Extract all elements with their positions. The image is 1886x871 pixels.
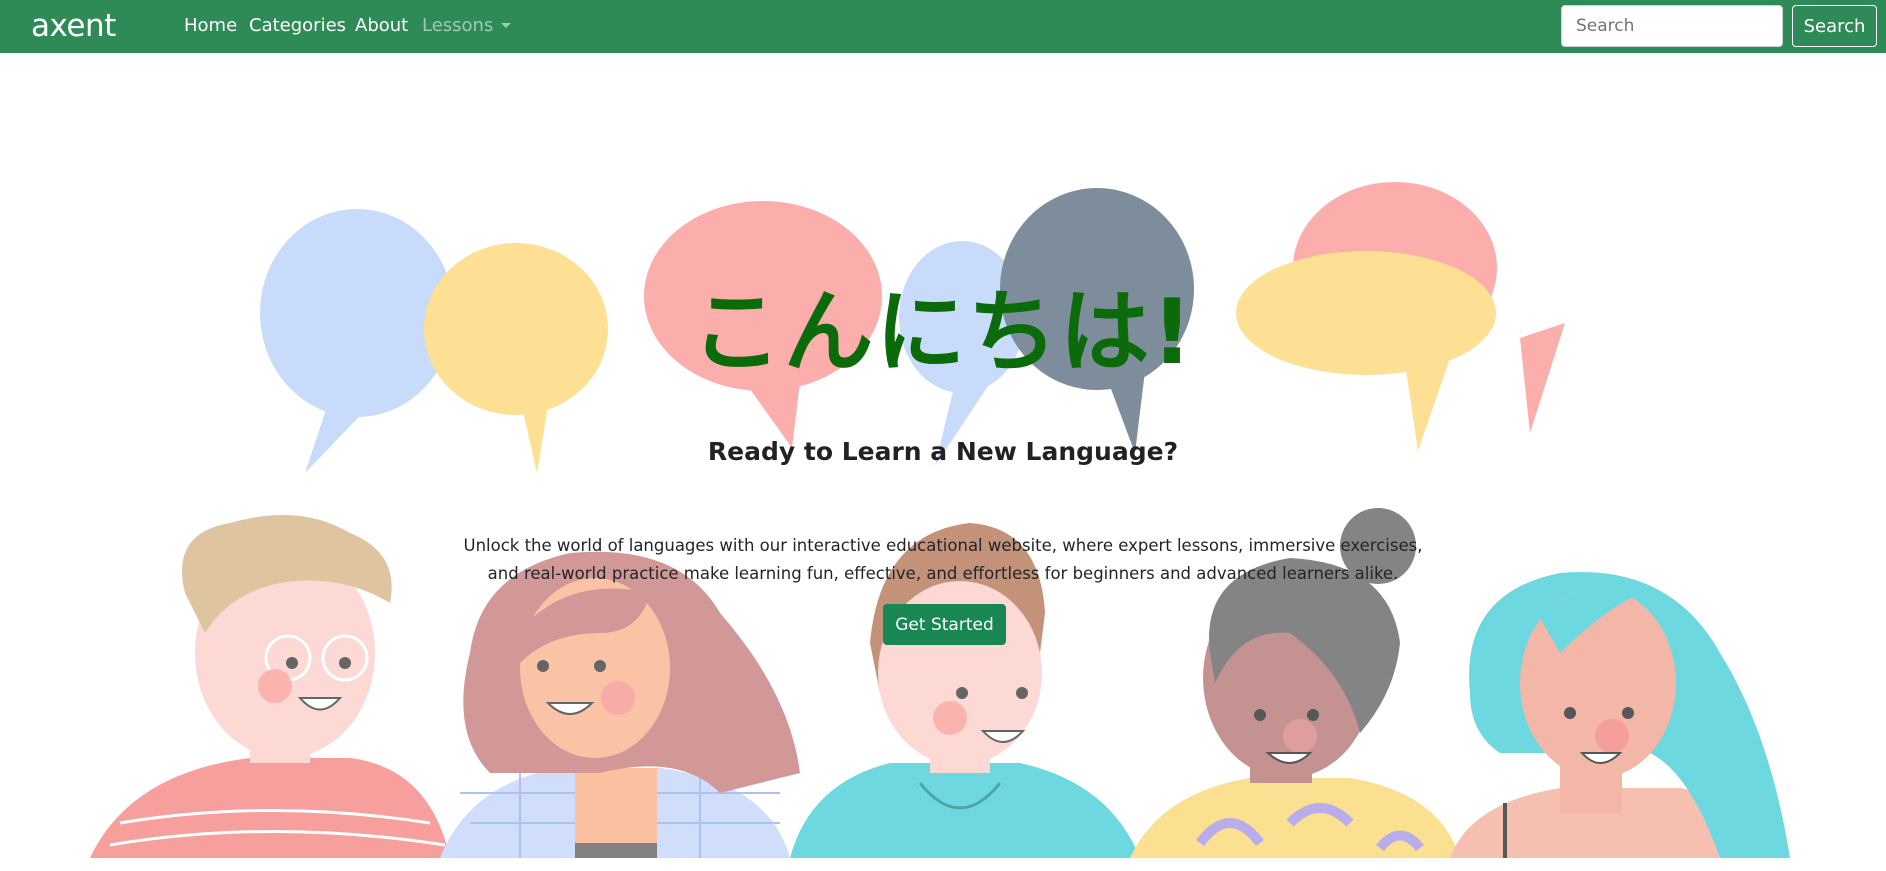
nav-dropdown-lessons-label: Lessons [422,15,494,36]
search-input[interactable] [1561,5,1783,47]
hero-greeting: こんにちは! [691,280,1195,385]
nav-link-categories[interactable]: Categories [249,15,346,37]
chevron-down-icon [501,23,512,28]
hero-blurb-line-2: and real-world practice make learning fu… [487,564,1399,583]
hero-headline: Ready to Learn a New Language? [707,437,1179,466]
get-started-button[interactable]: Get Started [883,604,1006,645]
brand-logo[interactable]: axent [31,7,116,45]
search-button[interactable]: Search [1792,5,1877,47]
top-navbar: axent Home Categories About Lessons Sear… [0,0,1886,53]
nav-dropdown-lessons[interactable]: Lessons [422,15,512,37]
nav-link-about[interactable]: About [355,15,408,37]
hero-blurb: Unlock the world of languages with our i… [443,532,1443,588]
hero-blurb-line-1: Unlock the world of languages with our i… [463,536,1423,555]
nav-link-home[interactable]: Home [184,15,237,37]
